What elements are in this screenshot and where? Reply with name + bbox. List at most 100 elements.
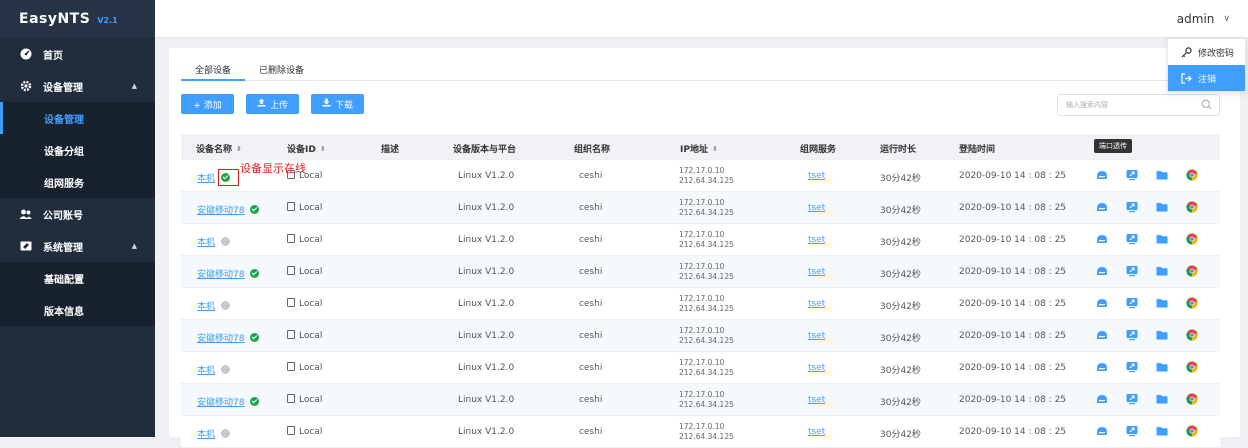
network-service-link[interactable]: tset <box>808 331 825 341</box>
logout-icon <box>1181 72 1192 84</box>
device-name-link[interactable]: 安徽移动78 <box>197 334 244 344</box>
device-name-link[interactable]: 安徽移动78 <box>197 270 244 280</box>
sidebar-item-device-management[interactable]: 设备管理 ▲ <box>0 70 155 102</box>
port-forward-icon[interactable] <box>1096 393 1108 405</box>
browser-icon[interactable] <box>1186 393 1198 405</box>
change-password-item[interactable]: 修改密码 <box>1168 39 1245 65</box>
login-time-cell: 2020-09-10 14 : 08 : 25 <box>959 331 1067 341</box>
network-service-link[interactable]: tset <box>808 299 825 309</box>
table-row: 本机 Local Linux V1.2.0 ceshi 172.17.0.10 212.6… <box>181 352 1220 384</box>
user-menu-trigger[interactable]: admin ∨ <box>1177 12 1230 26</box>
device-name-link[interactable]: 本机 <box>197 430 215 440</box>
remote-desktop-icon[interactable] <box>1126 201 1138 213</box>
folder-icon[interactable] <box>1156 297 1168 309</box>
remote-desktop-icon[interactable] <box>1126 233 1138 245</box>
network-service-link[interactable]: tset <box>808 395 825 405</box>
remote-desktop-icon[interactable] <box>1126 329 1138 341</box>
col-device-id[interactable]: 设备ID ⬍ <box>287 142 326 156</box>
annotation-highlight-box <box>218 169 239 186</box>
port-forward-icon[interactable] <box>1096 361 1108 373</box>
port-forward-icon[interactable] <box>1096 329 1108 341</box>
network-service-link[interactable]: tset <box>808 171 825 181</box>
ip-external: 212.64.34.125 <box>679 400 734 409</box>
sidebar-item-basic-config[interactable]: 基础配置 <box>0 262 155 294</box>
login-time-cell: 2020-09-10 14 : 08 : 25 <box>959 363 1067 373</box>
search-input[interactable]: 输入搜索内容 <box>1057 94 1220 116</box>
folder-icon[interactable] <box>1156 361 1168 373</box>
search-icon <box>1201 99 1212 112</box>
browser-icon[interactable] <box>1186 361 1198 373</box>
network-service-link[interactable]: tset <box>808 363 825 373</box>
folder-icon[interactable] <box>1156 393 1168 405</box>
sidebar-item-devices[interactable]: 设备管理 <box>0 102 155 134</box>
device-name-link[interactable]: 本机 <box>197 366 215 376</box>
port-forward-icon[interactable] <box>1096 233 1108 245</box>
browser-icon[interactable] <box>1186 233 1198 245</box>
actions-cell <box>1096 361 1198 373</box>
ip-external: 212.64.34.125 <box>679 240 734 249</box>
service-cell: tset <box>808 235 825 245</box>
col-device-name[interactable]: 设备名称 ⬍ <box>196 142 242 156</box>
upload-icon <box>257 98 266 110</box>
sidebar-item-device-groups[interactable]: 设备分组 <box>0 134 155 166</box>
browser-icon[interactable] <box>1186 169 1198 181</box>
chevron-up-icon: ▲ <box>131 82 137 90</box>
browser-icon[interactable] <box>1186 425 1198 437</box>
browser-icon[interactable] <box>1186 329 1198 341</box>
uptime-cell: 30分42秒 <box>880 238 921 248</box>
network-service-link[interactable]: tset <box>808 427 825 437</box>
folder-icon[interactable] <box>1156 233 1168 245</box>
ip-cell: 172.17.0.10 212.64.34.125 <box>679 422 734 442</box>
browser-icon[interactable] <box>1186 265 1198 277</box>
logout-item[interactable]: 注销 <box>1168 65 1245 91</box>
remote-desktop-icon[interactable] <box>1126 393 1138 405</box>
port-forward-icon[interactable] <box>1096 201 1108 213</box>
device-name-link[interactable]: 安徽移动78 <box>197 398 244 408</box>
table-row: 安徽移动78 Local Linux V1.2.0 ceshi 172.17.0.10 2… <box>181 384 1220 416</box>
browser-icon[interactable] <box>1186 201 1198 213</box>
tab-all-devices[interactable]: 全部设备 <box>181 58 246 81</box>
device-name-link[interactable]: 本机 <box>197 302 215 312</box>
offline-status-icon <box>221 237 231 246</box>
col-version: 设备版本与平台 <box>453 142 516 155</box>
ip-external: 212.64.34.125 <box>679 176 734 185</box>
sidebar-item-system-management[interactable]: 系统管理 ▲ <box>0 230 155 262</box>
ip-cell: 172.17.0.10 212.64.34.125 <box>679 166 734 186</box>
folder-icon[interactable] <box>1156 329 1168 341</box>
sidebar-item-network-service[interactable]: 组网服务 <box>0 166 155 198</box>
port-forward-icon[interactable] <box>1096 169 1108 181</box>
remote-desktop-icon[interactable] <box>1126 361 1138 373</box>
col-label: 设备版本与平台 <box>453 145 517 155</box>
remote-desktop-icon[interactable] <box>1126 425 1138 437</box>
remote-desktop-icon[interactable] <box>1126 169 1138 181</box>
sidebar-menu: 首页 设备管理 ▲ 设备管理 设备分组 组网服务 公司账号 系统管理 ▲ 基础配… <box>0 38 155 326</box>
network-service-link[interactable]: tset <box>808 267 825 277</box>
ip-internal: 172.17.0.10 <box>679 358 725 367</box>
online-status-icon <box>250 397 260 406</box>
browser-icon[interactable] <box>1186 297 1198 309</box>
sidebar-item-version-info[interactable]: 版本信息 <box>0 294 155 326</box>
network-service-link[interactable]: tset <box>808 235 825 245</box>
network-service-link[interactable]: tset <box>808 203 825 213</box>
port-forward-icon[interactable] <box>1096 265 1108 277</box>
upload-button[interactable]: 上传 <box>246 94 299 114</box>
device-name-link[interactable]: 安徽移动78 <box>197 206 244 216</box>
sidebar-item-company-account[interactable]: 公司账号 <box>0 198 155 230</box>
remote-desktop-icon[interactable] <box>1126 297 1138 309</box>
tab-deleted-devices[interactable]: 已删除设备 <box>245 58 318 81</box>
device-name-link[interactable]: 本机 <box>197 174 215 184</box>
folder-icon[interactable] <box>1156 201 1168 213</box>
col-ip[interactable]: IP地址 ⬍ <box>680 142 718 156</box>
port-forward-icon[interactable] <box>1096 425 1108 437</box>
device-id-text: Local <box>299 267 323 277</box>
brand-version: V2.1 <box>97 16 118 25</box>
remote-desktop-icon[interactable] <box>1126 265 1138 277</box>
sidebar-item-home[interactable]: 首页 <box>0 38 155 70</box>
add-button[interactable]: + 添加 <box>181 94 234 114</box>
folder-icon[interactable] <box>1156 425 1168 437</box>
download-button[interactable]: 下载 <box>311 94 364 114</box>
folder-icon[interactable] <box>1156 169 1168 181</box>
port-forward-icon[interactable] <box>1096 297 1108 309</box>
folder-icon[interactable] <box>1156 265 1168 277</box>
device-name-link[interactable]: 本机 <box>197 238 215 248</box>
